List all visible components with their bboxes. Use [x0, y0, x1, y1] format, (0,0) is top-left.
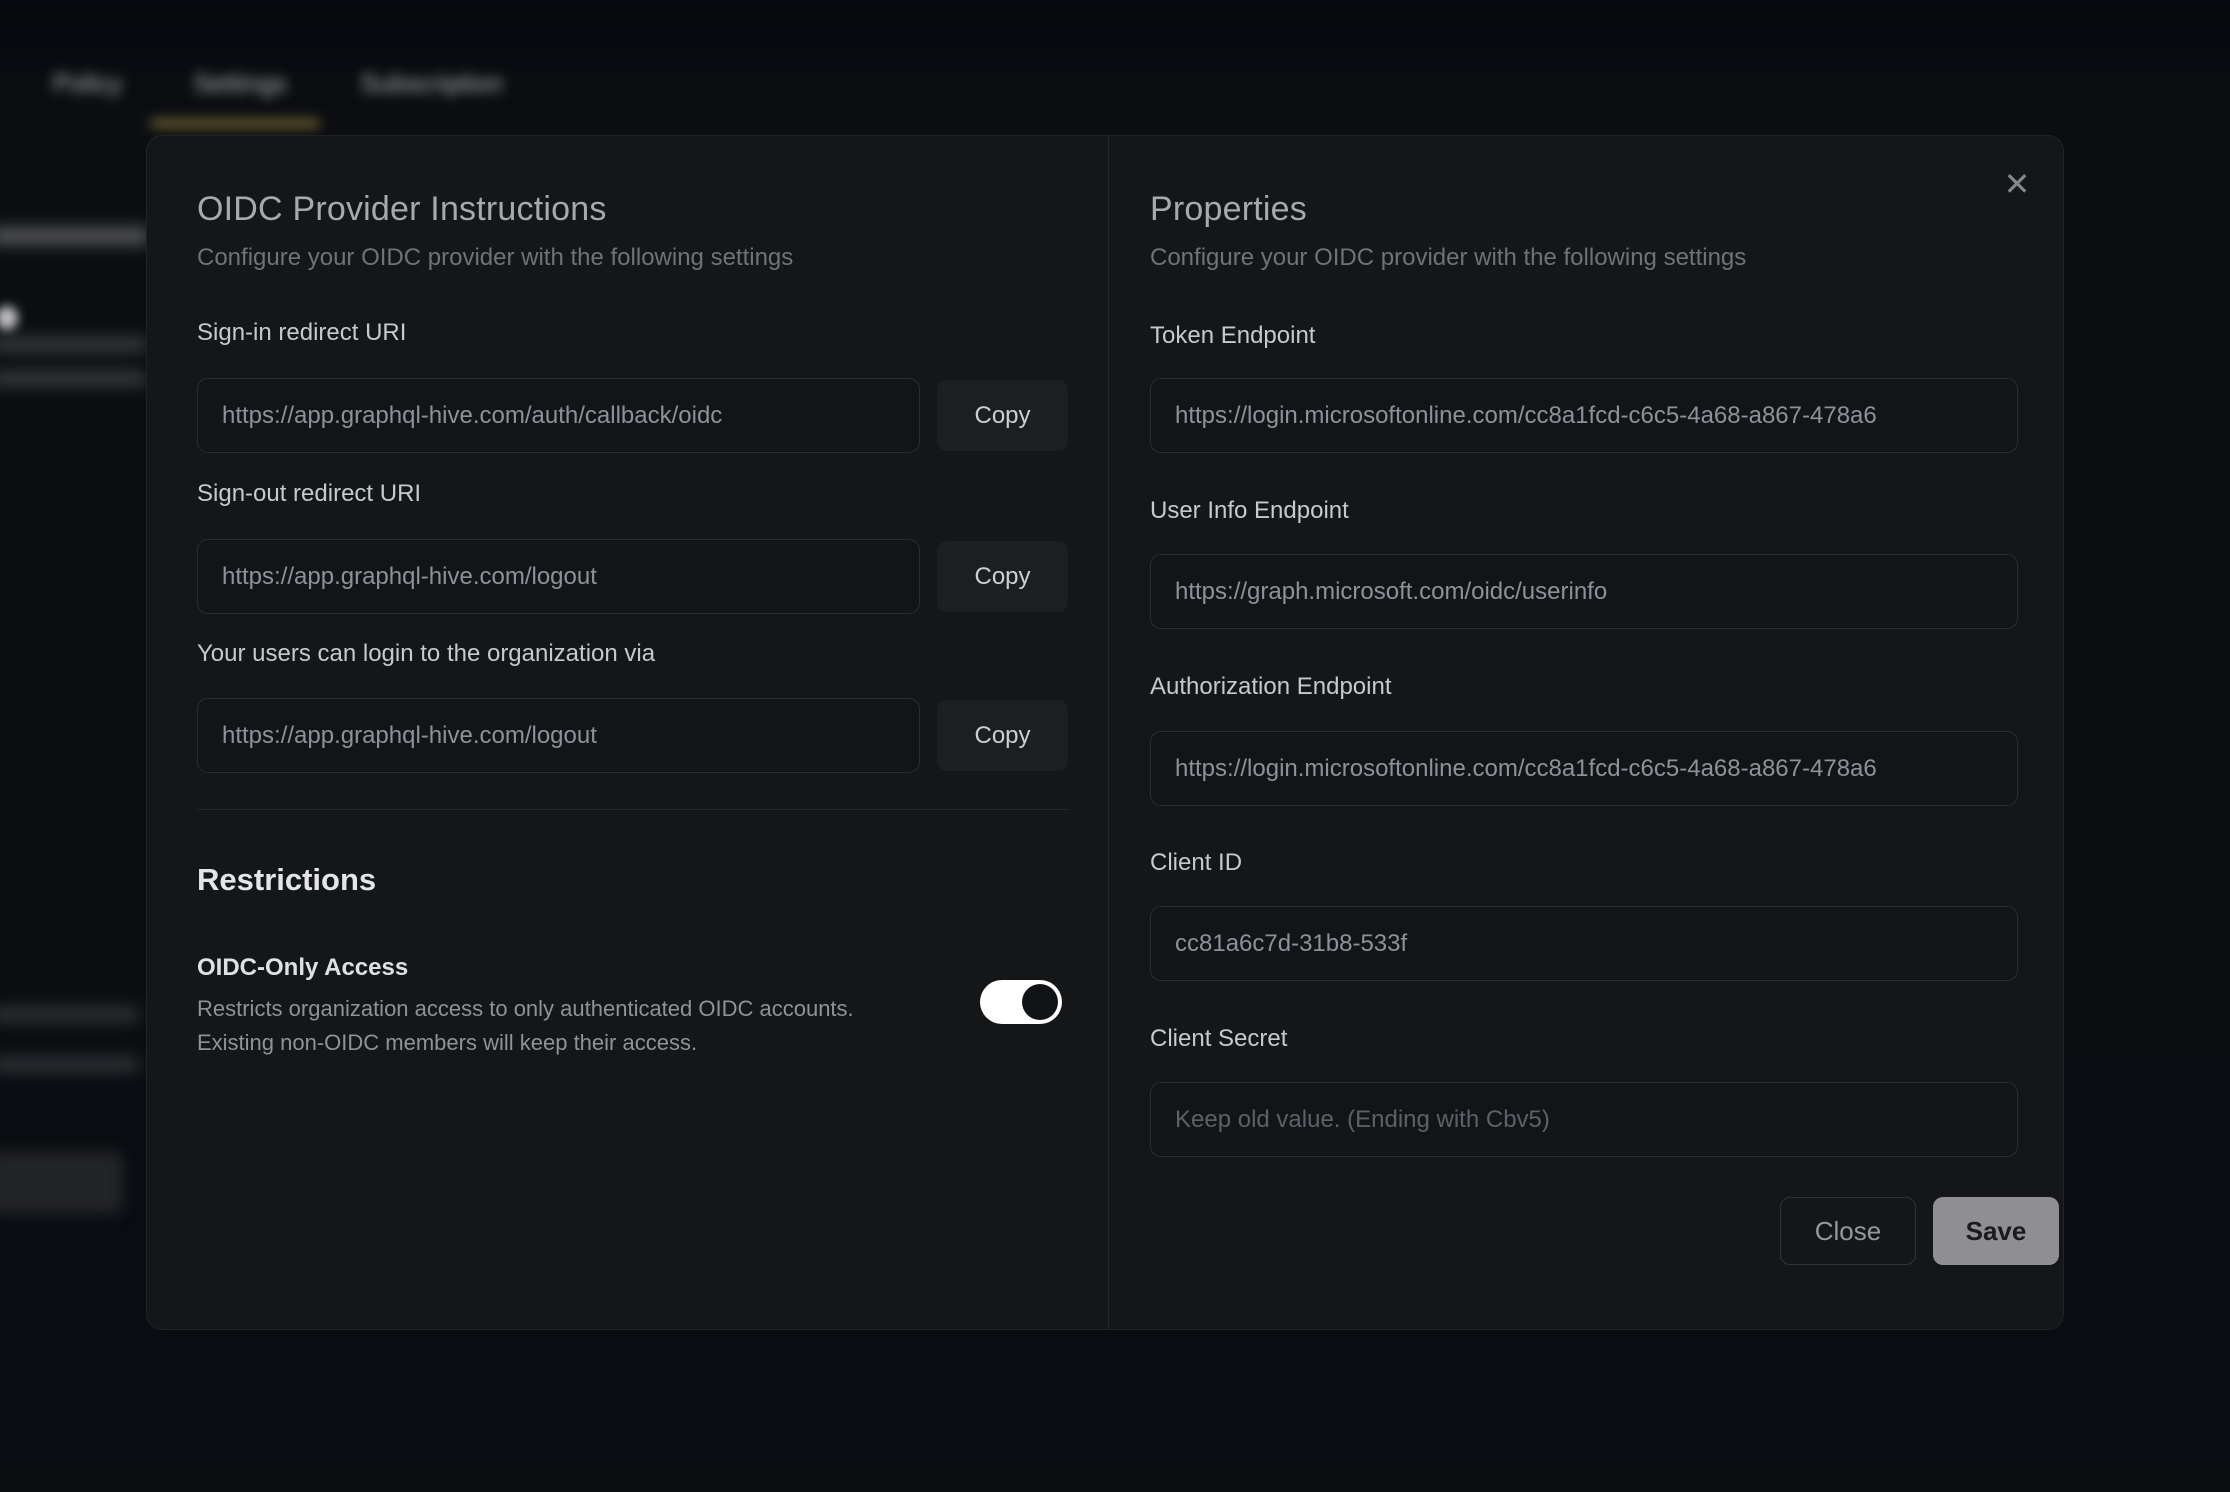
login-via-input[interactable]: [197, 698, 920, 773]
blurred-text-line: [0, 228, 150, 244]
restrictions-title: Restrictions: [197, 862, 376, 898]
authorization-endpoint-input[interactable]: [1150, 731, 2018, 806]
save-button[interactable]: Save: [1933, 1197, 2059, 1265]
page: Policy Settings Subscription ✕ OIDC Prov…: [0, 0, 2230, 1492]
tab-subscription[interactable]: Subscription: [360, 64, 503, 102]
tab-settings[interactable]: Settings: [193, 64, 287, 102]
token-endpoint-input[interactable]: [1150, 378, 2018, 453]
sign-out-redirect-uri-label: Sign-out redirect URI: [197, 480, 421, 508]
oidc-only-access-toggle[interactable]: [980, 980, 1062, 1024]
oidc-instructions-section: OIDC Provider Instructions Configure you…: [197, 136, 1102, 1329]
copy-sign-in-uri-button[interactable]: Copy: [937, 380, 1068, 451]
blurred-text-line: [0, 1008, 140, 1021]
close-button[interactable]: Close: [1780, 1197, 1916, 1265]
sign-in-redirect-uri-label: Sign-in redirect URI: [197, 319, 406, 347]
copy-login-via-button[interactable]: Copy: [937, 700, 1068, 771]
blurred-text-line: [0, 372, 148, 385]
user-info-endpoint-label: User Info Endpoint: [1150, 497, 1349, 525]
active-tab-underline: [150, 119, 320, 128]
section-title: OIDC Provider Instructions: [197, 190, 607, 229]
authorization-endpoint-label: Authorization Endpoint: [1150, 673, 1392, 701]
blurred-icon: [0, 306, 18, 330]
sign-out-redirect-uri-input[interactable]: [197, 539, 920, 614]
sign-in-redirect-uri-input[interactable]: [197, 378, 920, 453]
properties-section: Properties Configure your OIDC provider …: [1108, 136, 2065, 1329]
section-title: Properties: [1150, 190, 1307, 229]
copy-sign-out-uri-button[interactable]: Copy: [937, 541, 1068, 612]
client-id-label: Client ID: [1150, 849, 1242, 877]
section-subtitle: Configure your OIDC provider with the fo…: [1150, 244, 1746, 272]
client-id-input[interactable]: [1150, 906, 2018, 981]
section-subtitle: Configure your OIDC provider with the fo…: [197, 244, 793, 272]
blurred-button: [0, 1152, 123, 1214]
toggle-knob: [1022, 984, 1058, 1020]
user-info-endpoint-input[interactable]: [1150, 554, 2018, 629]
client-secret-label: Client Secret: [1150, 1025, 1287, 1053]
login-via-label: Your users can login to the organization…: [197, 640, 655, 668]
description-line-1: Restricts organization access to only au…: [197, 992, 854, 1026]
restrictions-divider: [197, 809, 1068, 810]
description-line-2: Existing non-OIDC members will keep thei…: [197, 1026, 854, 1060]
blurred-text-line: [0, 1058, 140, 1071]
oidc-only-access-description: Restricts organization access to only au…: [197, 992, 854, 1060]
tab-policy[interactable]: Policy: [53, 64, 122, 102]
oidc-only-access-label: OIDC-Only Access: [197, 954, 408, 982]
token-endpoint-label: Token Endpoint: [1150, 322, 1315, 350]
client-secret-input[interactable]: [1150, 1082, 2018, 1157]
oidc-provider-modal: ✕ OIDC Provider Instructions Configure y…: [146, 135, 2064, 1330]
blurred-text-line: [0, 338, 148, 351]
